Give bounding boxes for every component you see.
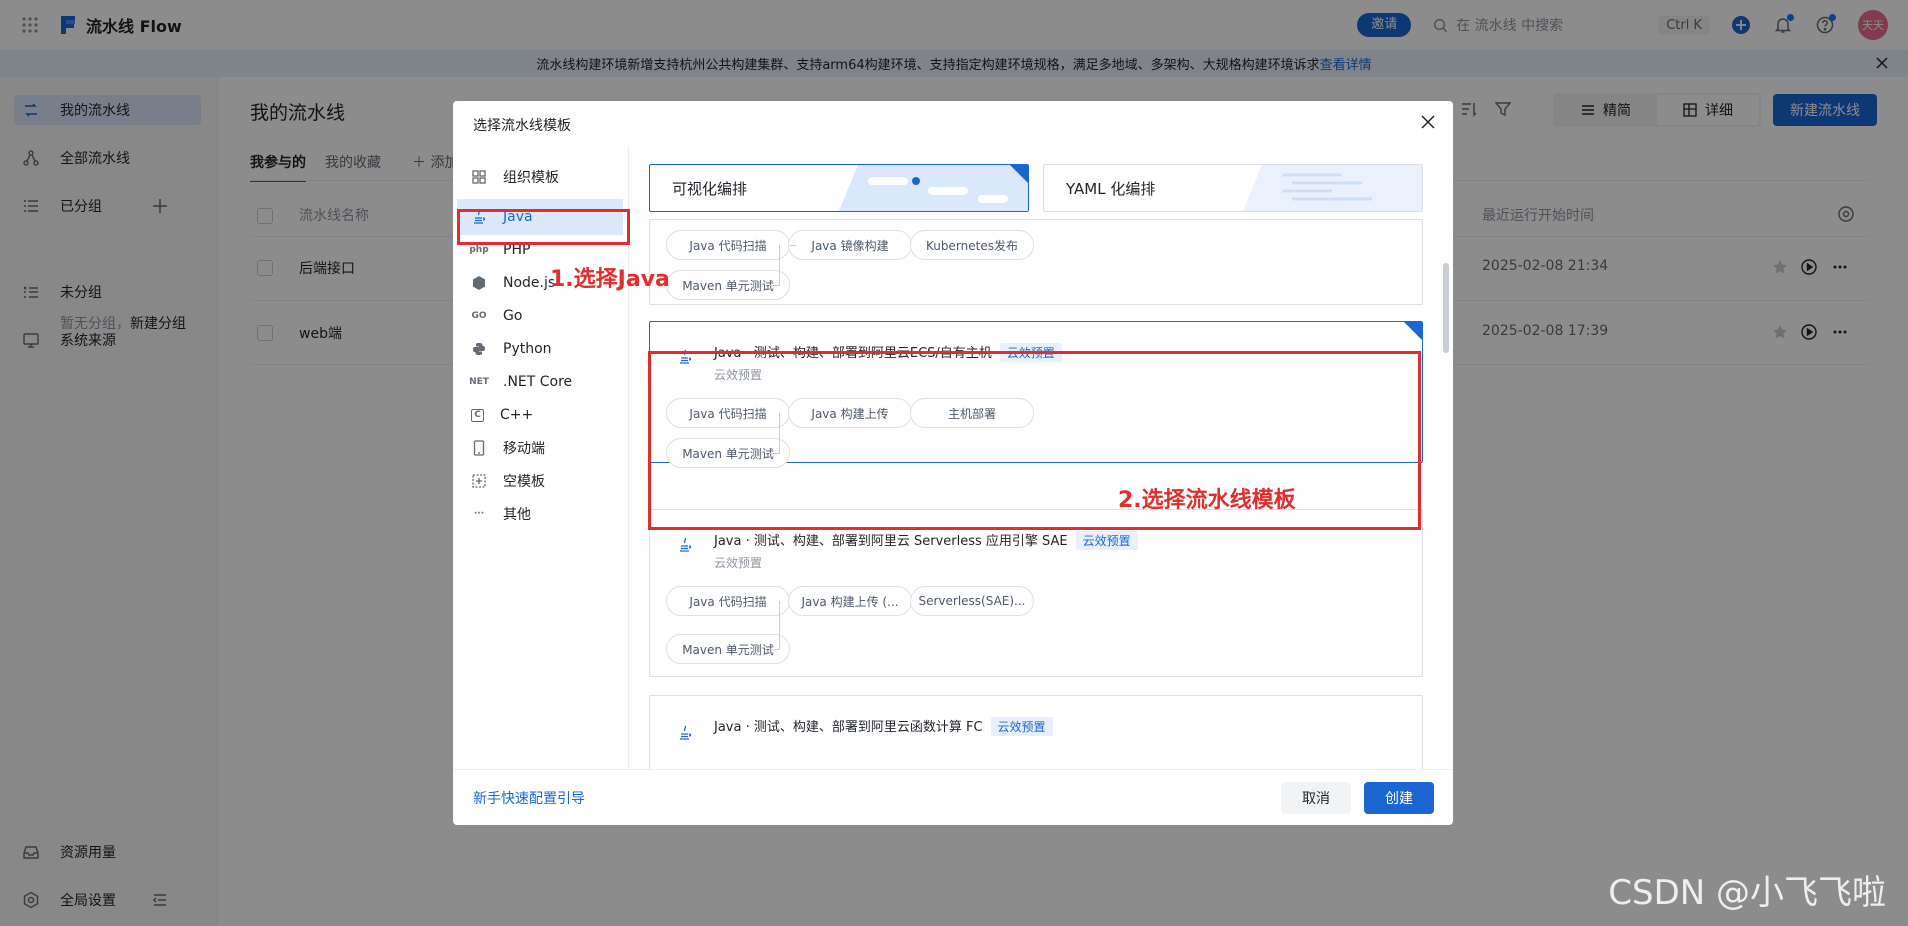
nav-item-org-templates[interactable]: 组织模板 bbox=[457, 159, 623, 195]
modal-title: 选择流水线模板 bbox=[473, 118, 571, 134]
stage-connector bbox=[779, 245, 780, 285]
quick-start-guide-link[interactable]: 新手快速配置引导 bbox=[473, 788, 585, 808]
stage-connector bbox=[770, 285, 780, 286]
nav-item-label: Node.js bbox=[503, 275, 556, 291]
nav-item-label: .NET Core bbox=[503, 374, 573, 390]
stage-pill: Kubernetes发布 bbox=[910, 230, 1034, 260]
stage-pill: Serverless(SAE)... bbox=[910, 586, 1034, 616]
template-card-fc[interactable]: Java · 测试、构建、部署到阿里云函数计算 FC 云效预置 bbox=[649, 695, 1423, 769]
template-list-scrollbar[interactable] bbox=[1443, 263, 1449, 353]
nav-item-label: 组织模板 bbox=[503, 170, 559, 186]
nav-item-label: 移动端 bbox=[503, 441, 545, 457]
nav-item-label: Go bbox=[503, 308, 523, 324]
template-card-sae[interactable]: Java · 测试、构建、部署到阿里云 Serverless 应用引擎 SAE 云… bbox=[649, 509, 1423, 677]
stage-pill: Java 代码扫描 bbox=[666, 230, 790, 260]
nav-item-go[interactable]: GO Go bbox=[457, 298, 623, 334]
mobile-icon bbox=[471, 440, 487, 456]
template-title: Java · 测试、构建、部署到阿里云 Serverless 应用引擎 SAE 云… bbox=[714, 530, 1138, 550]
python-icon bbox=[471, 341, 487, 357]
nav-item-empty-template[interactable]: 空模板 bbox=[457, 463, 623, 499]
stage-connector bbox=[770, 649, 780, 650]
nodejs-icon bbox=[471, 275, 487, 291]
template-title: Java · 测试、构建、部署到阿里云函数计算 FC 云效预置 bbox=[714, 716, 1053, 736]
nav-item-python[interactable]: Python bbox=[457, 331, 623, 367]
template-subtitle: 云效预置 bbox=[714, 556, 763, 570]
template-card[interactable]: Java 代码扫描 Maven 单元测试 Java 镜像构建 Kubernete… bbox=[649, 219, 1423, 305]
annotation-select-java: 1.选择Java bbox=[550, 267, 670, 292]
nav-item-label: 空模板 bbox=[503, 474, 545, 490]
java-highlight-box bbox=[457, 209, 630, 245]
nav-item-other[interactable]: ··· 其他 bbox=[457, 496, 623, 532]
template-title-text: Java · 测试、构建、部署到阿里云 Serverless 应用引擎 SAE bbox=[714, 534, 1068, 549]
more-icon: ··· bbox=[473, 509, 485, 519]
go-icon: GO bbox=[471, 311, 487, 321]
nav-item-label: C++ bbox=[500, 407, 534, 423]
selected-corner-icon bbox=[1010, 165, 1028, 183]
preset-badge: 云效预置 bbox=[990, 717, 1053, 736]
nav-item-mobile[interactable]: 移动端 bbox=[457, 430, 623, 466]
visual-mode-illustration bbox=[838, 165, 1028, 211]
nav-item-label: Python bbox=[503, 341, 552, 357]
mode-visual-label: 可视化编排 bbox=[672, 179, 748, 198]
dotnet-icon: NET bbox=[469, 377, 489, 387]
template-title-text: Java · 测试、构建、部署到阿里云函数计算 FC bbox=[714, 720, 983, 735]
empty-template-icon bbox=[471, 473, 487, 489]
preset-badge: 云效预置 bbox=[1075, 531, 1138, 550]
selected-corner-icon bbox=[1404, 322, 1422, 340]
yaml-mode-illustration bbox=[1242, 165, 1422, 211]
nav-item-cpp[interactable]: C C++ bbox=[457, 397, 623, 433]
mode-visual[interactable]: 可视化编排 bbox=[649, 164, 1029, 212]
stage-pill: Java 镜像构建 bbox=[788, 230, 912, 260]
stage-pill: Java 构建上传 (... bbox=[788, 586, 912, 616]
nav-item-dotnet[interactable]: NET .NET Core bbox=[457, 364, 623, 400]
stage-connector bbox=[779, 601, 780, 649]
close-icon[interactable] bbox=[1419, 113, 1437, 131]
java-icon bbox=[676, 724, 694, 742]
annotation-select-template: 2.选择流水线模板 bbox=[1118, 488, 1296, 513]
template-highlight-box bbox=[648, 351, 1421, 530]
java-icon bbox=[676, 536, 694, 554]
modal-footer: 新手快速配置引导 取消 创建 bbox=[453, 769, 1453, 825]
nav-item-label: 其他 bbox=[503, 507, 531, 523]
grid-icon bbox=[471, 169, 487, 185]
cpp-icon: C bbox=[471, 408, 484, 422]
stage-pill: Java 代码扫描 bbox=[666, 586, 790, 616]
stage-connector bbox=[790, 245, 796, 246]
create-button[interactable]: 创建 bbox=[1364, 782, 1434, 814]
cancel-button[interactable]: 取消 bbox=[1281, 782, 1351, 814]
watermark: CSDN @小飞飞啦 bbox=[1608, 873, 1886, 913]
mode-yaml[interactable]: YAML 化编排 bbox=[1043, 164, 1423, 212]
mode-yaml-label: YAML 化编排 bbox=[1066, 179, 1156, 198]
